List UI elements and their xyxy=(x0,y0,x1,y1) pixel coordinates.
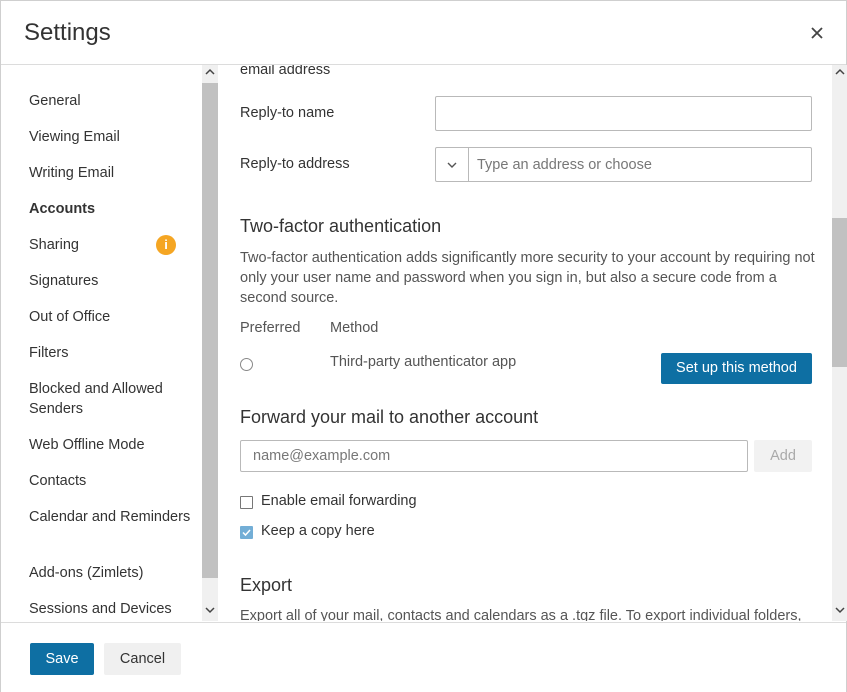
reply-to-name-label: Reply-to name xyxy=(240,105,335,121)
scroll-down-icon[interactable] xyxy=(832,605,847,619)
sidebar-item-accounts[interactable]: Accounts xyxy=(29,199,194,219)
export-description: Export all of your mail, contacts and ca… xyxy=(240,608,802,621)
cancel-button[interactable]: Cancel xyxy=(104,643,181,675)
sidebar-item-add-ons[interactable]: Add-ons (Zimlets) xyxy=(29,563,194,583)
dialog-footer: Save Cancel xyxy=(1,622,846,692)
export-heading: Export xyxy=(240,575,293,595)
sidebar-item-filters[interactable]: Filters xyxy=(29,343,194,363)
sidebar-item-sessions-devices[interactable]: Sessions and Devices xyxy=(29,599,194,619)
add-forward-button[interactable]: Add xyxy=(754,440,812,472)
settings-sidebar: General Viewing Email Writing Email Acco… xyxy=(1,65,201,621)
reply-to-address-input[interactable] xyxy=(469,148,809,181)
reply-to-address-label: Reply-to address xyxy=(240,156,350,172)
preferred-column-header: Preferred xyxy=(240,320,301,336)
close-icon[interactable] xyxy=(807,23,827,43)
enable-forwarding-checkbox[interactable] xyxy=(240,496,253,509)
forward-email-field[interactable] xyxy=(240,440,748,472)
keep-copy-label: Keep a copy here xyxy=(261,523,375,539)
sidebar-scroll-thumb[interactable] xyxy=(202,83,218,578)
sidebar-item-general[interactable]: General xyxy=(29,91,194,111)
sidebar-item-viewing-email[interactable]: Viewing Email xyxy=(29,127,194,147)
dialog-header: Settings xyxy=(1,1,846,65)
scroll-up-icon[interactable] xyxy=(832,67,847,81)
scroll-up-icon[interactable] xyxy=(202,67,218,81)
settings-content: email address Reply-to name Reply-to add… xyxy=(219,65,831,621)
content-scroll-thumb[interactable] xyxy=(832,218,847,367)
sidebar-item-writing-email[interactable]: Writing Email xyxy=(29,163,194,183)
settings-dialog: Settings General Viewing Email Writing E… xyxy=(0,0,847,692)
scroll-down-icon[interactable] xyxy=(202,605,218,619)
sidebar-scrollbar[interactable] xyxy=(202,65,218,621)
reply-to-name-input[interactable] xyxy=(436,97,811,130)
sidebar-item-web-offline-mode[interactable]: Web Offline Mode xyxy=(29,435,194,455)
sidebar-item-blocked-allowed-senders[interactable]: Blocked and Allowed Senders xyxy=(29,379,194,419)
method-column-header: Method xyxy=(330,320,379,336)
warning-icon: i xyxy=(156,235,176,255)
set-up-method-button[interactable]: Set up this method xyxy=(661,353,812,384)
reply-to-name-field[interactable] xyxy=(435,96,812,131)
email-address-label: email address xyxy=(240,65,331,78)
save-button[interactable]: Save xyxy=(30,643,94,675)
forward-email-input[interactable] xyxy=(241,441,747,471)
two-factor-heading: Two-factor authentication xyxy=(240,216,442,236)
sidebar-item-out-of-office[interactable]: Out of Office xyxy=(29,307,194,327)
forward-mail-heading: Forward your mail to another account xyxy=(240,407,539,427)
content-scrollbar[interactable] xyxy=(832,65,847,621)
dialog-title: Settings xyxy=(24,19,111,46)
enable-forwarding-label: Enable email forwarding xyxy=(261,493,417,509)
sidebar-item-calendar-reminders[interactable]: Calendar and Reminders xyxy=(29,507,194,527)
sidebar-item-contacts[interactable]: Contacts xyxy=(29,471,194,491)
method-name: Third-party authenticator app xyxy=(330,354,517,370)
two-factor-description: Two-factor authentication adds significa… xyxy=(240,250,815,306)
sidebar-item-signatures[interactable]: Signatures xyxy=(29,271,194,291)
preferred-method-radio[interactable] xyxy=(240,358,253,371)
chevron-down-icon[interactable] xyxy=(436,148,469,181)
keep-copy-checkbox[interactable] xyxy=(240,526,253,539)
reply-to-address-field[interactable] xyxy=(435,147,812,182)
